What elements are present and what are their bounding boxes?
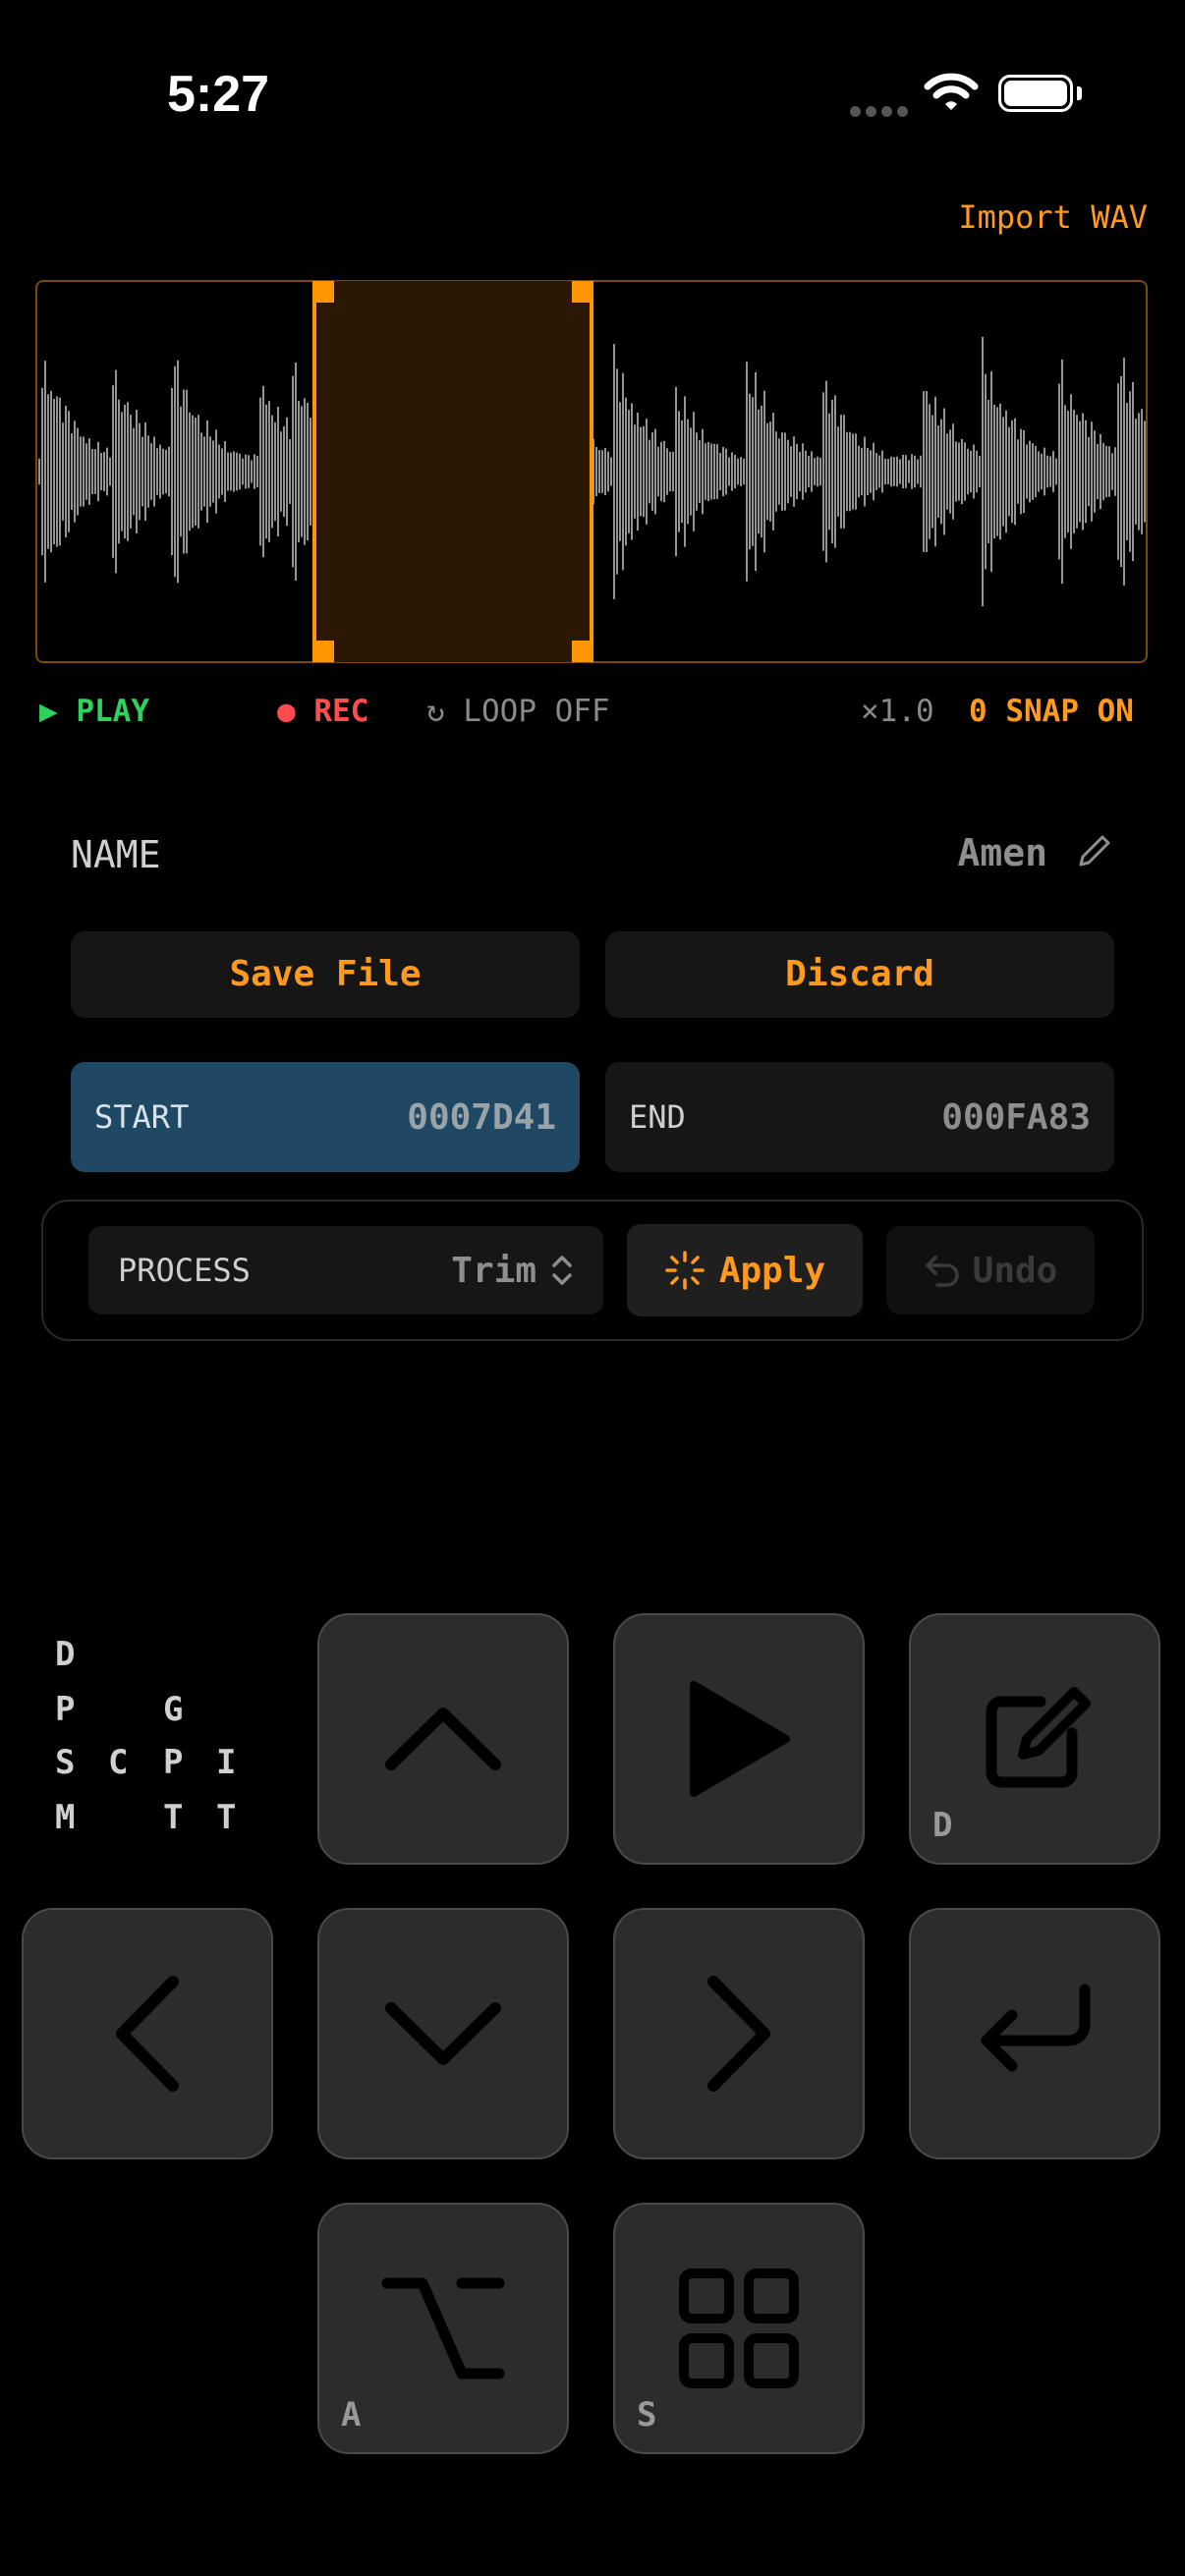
end-field[interactable]: END 000FA83: [605, 1062, 1114, 1172]
signal-dots-icon: [850, 102, 913, 121]
right-arrow-icon: [707, 1976, 770, 2092]
process-label: PROCESS: [118, 1252, 251, 1289]
selection-start-handle-bottom[interactable]: [312, 641, 334, 662]
start-field[interactable]: START 0007D41: [71, 1062, 580, 1172]
grid-letter: T: [216, 1798, 237, 1837]
grid-letter: P: [55, 1690, 76, 1729]
selection-start-handle-top[interactable]: [312, 281, 334, 303]
grid-icon: [679, 2268, 799, 2388]
name-label: NAME: [71, 833, 161, 876]
record-button[interactable]: ● REC: [277, 694, 368, 729]
play-key[interactable]: [613, 1613, 865, 1865]
edit-icon: [986, 1687, 1091, 1788]
start-label: START: [94, 1098, 190, 1136]
edit-key-letter: D: [932, 1806, 953, 1845]
undo-icon: [925, 1256, 959, 1287]
sparkle-icon: [665, 1251, 705, 1290]
undo-label: Undo: [972, 1250, 1058, 1291]
play-button[interactable]: ▶ PLAY: [39, 694, 149, 729]
grid-letter: I: [216, 1743, 237, 1782]
selection-end-handle-top[interactable]: [572, 281, 593, 303]
option-key[interactable]: A: [317, 2203, 569, 2454]
return-icon: [981, 1984, 1091, 2072]
left-arrow-icon: [116, 1976, 179, 2092]
speed-button[interactable]: ×1.0: [861, 694, 934, 729]
battery-icon: [998, 75, 1073, 112]
down-arrow-icon: [385, 2002, 501, 2065]
option-icon: [381, 2277, 505, 2380]
grid-letter: P: [163, 1743, 184, 1782]
save-file-button[interactable]: Save File: [71, 931, 580, 1018]
process-value: Trim: [451, 1250, 536, 1291]
discard-button[interactable]: Discard: [605, 931, 1114, 1018]
name-value[interactable]: Amen: [957, 831, 1047, 874]
grid-letter: S: [55, 1743, 76, 1782]
return-key[interactable]: [909, 1908, 1160, 2159]
grid-letter: C: [108, 1743, 129, 1782]
battery-nub: [1077, 86, 1082, 100]
status-time: 5:27: [167, 66, 270, 123]
snap-toggle[interactable]: 0 SNAP ON: [969, 694, 1134, 729]
grid-letter: G: [163, 1690, 184, 1729]
import-wav-button[interactable]: Import WAV: [958, 198, 1148, 236]
play-icon: [690, 1681, 790, 1797]
end-value: 000FA83: [941, 1096, 1091, 1138]
undo-button[interactable]: Undo: [886, 1226, 1095, 1315]
apply-button[interactable]: Apply: [627, 1224, 863, 1316]
up-key[interactable]: [317, 1613, 569, 1865]
down-key[interactable]: [317, 1908, 569, 2159]
pencil-icon[interactable]: [1075, 833, 1112, 874]
right-key[interactable]: [613, 1908, 865, 2159]
save-file-label: Save File: [229, 954, 422, 994]
process-select[interactable]: PROCESS Trim: [88, 1226, 603, 1315]
grid-letter: M: [55, 1798, 76, 1837]
wifi-icon: [924, 73, 979, 116]
chevron-updown-icon: [552, 1256, 572, 1285]
discard-label: Discard: [785, 954, 934, 994]
start-value: 0007D41: [407, 1096, 556, 1138]
loop-toggle[interactable]: ↻ LOOP OFF: [426, 694, 610, 729]
option-key-letter: A: [341, 2395, 362, 2435]
selection-end-handle-bottom[interactable]: [572, 641, 593, 662]
grid-letter: T: [163, 1798, 184, 1837]
grid-key[interactable]: S: [613, 2203, 865, 2454]
left-key[interactable]: [22, 1908, 273, 2159]
selection-region[interactable]: [312, 281, 593, 662]
grid-key-letter: S: [637, 2395, 657, 2435]
edit-key[interactable]: D: [909, 1613, 1160, 1865]
up-arrow-icon: [385, 1708, 501, 1770]
grid-letter: D: [55, 1635, 76, 1674]
apply-label: Apply: [718, 1250, 826, 1291]
end-label: END: [629, 1098, 686, 1136]
